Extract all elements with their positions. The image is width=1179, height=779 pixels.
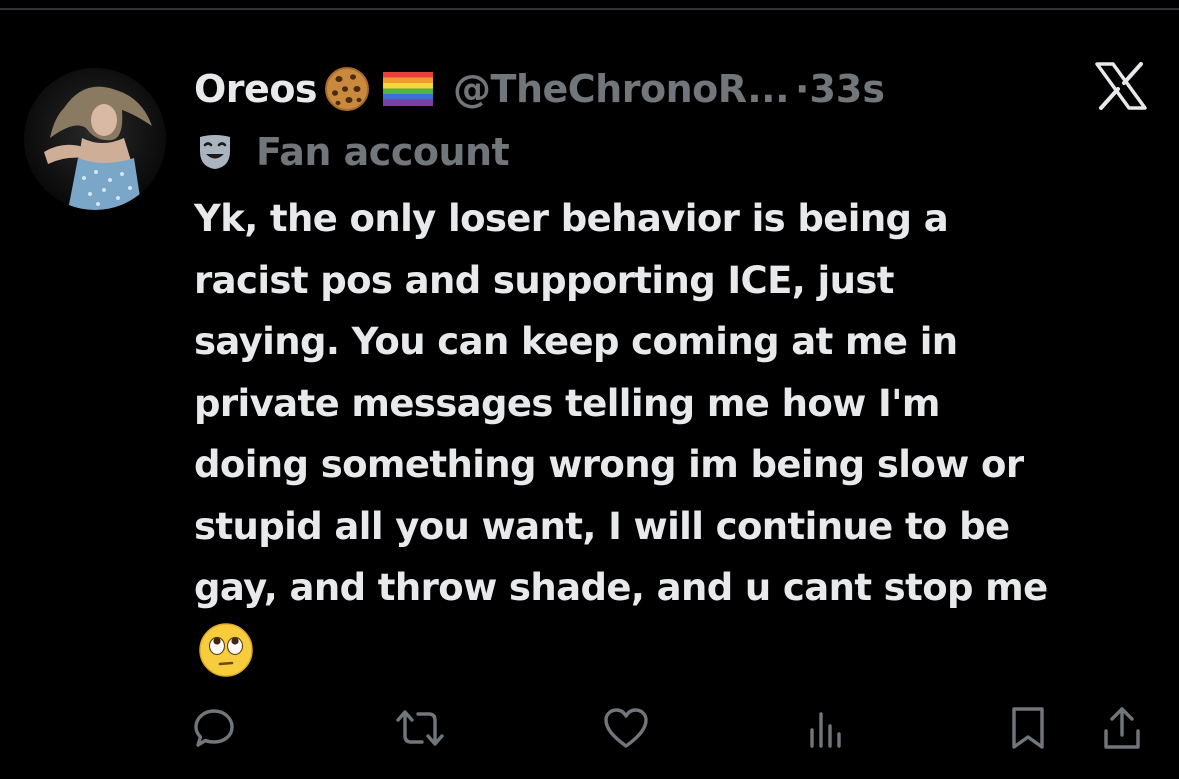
tweet-actions	[0, 700, 1179, 760]
tweet-header: Oreos @TheChronoR... · 33s	[194, 60, 885, 118]
face-with-rolling-eyes-emoji	[198, 622, 254, 678]
repost-icon[interactable]	[392, 700, 448, 756]
timestamp[interactable]: 33s	[809, 67, 885, 111]
share-icon[interactable]	[1094, 700, 1150, 756]
x-logo-icon	[1095, 62, 1147, 110]
avatar[interactable]	[24, 68, 166, 210]
tweet-text: Yk, the only loser behavior is being a r…	[194, 197, 1048, 609]
like-icon[interactable]	[598, 700, 654, 756]
cookie-emoji	[323, 65, 371, 113]
bookmark-icon[interactable]	[1000, 700, 1056, 756]
reply-icon[interactable]	[186, 700, 242, 756]
account-label: Fan account	[196, 126, 510, 178]
theater-masks-icon	[196, 133, 234, 171]
separator-dot: ·	[795, 67, 810, 111]
rainbow-flag-emoji	[383, 72, 434, 106]
top-divider	[0, 8, 1179, 10]
user-handle[interactable]: @TheChronoR...	[453, 67, 789, 111]
account-label-text: Fan account	[256, 130, 510, 174]
display-name[interactable]: Oreos	[194, 67, 318, 111]
views-icon[interactable]	[798, 700, 854, 756]
